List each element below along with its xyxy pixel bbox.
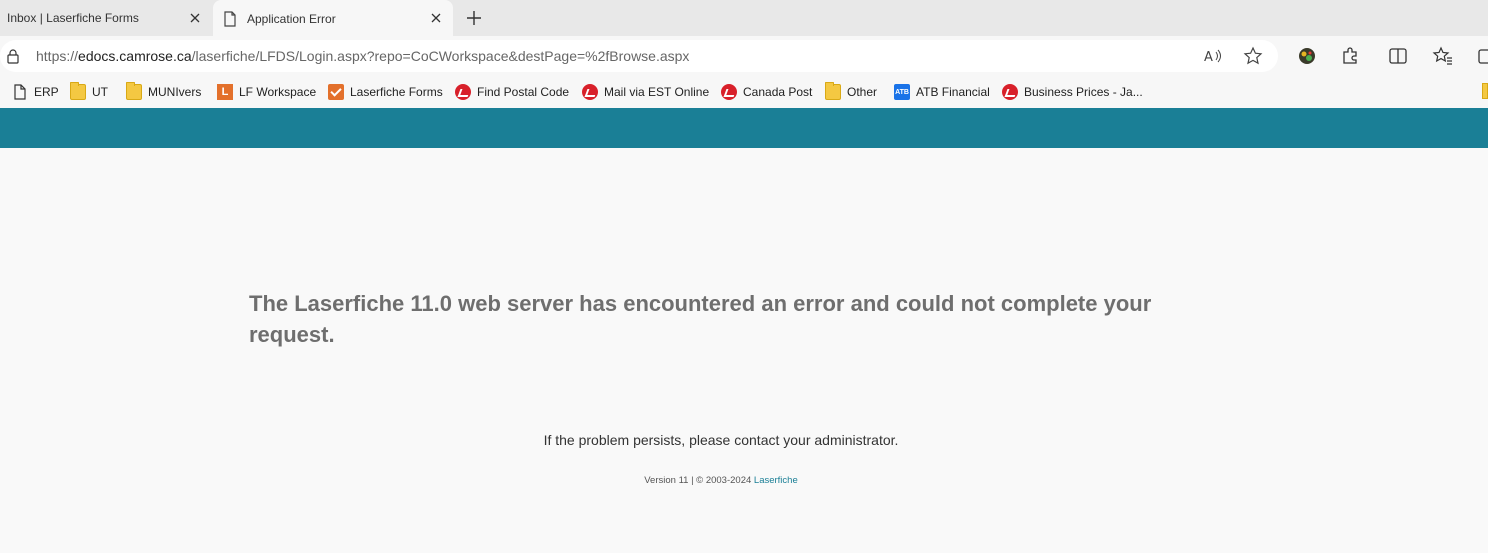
bookmark-label: Find Postal Code [477,85,570,99]
tab-application-error[interactable]: Application Error [213,0,453,37]
folder-icon [825,82,841,100]
bookmark-label: ATB Financial [916,85,990,99]
folder-icon[interactable] [1482,83,1488,99]
bookmarks-bar: ERP UT MUNIvers L LF Workspace Laserfich… [0,76,1488,108]
bookmark-other[interactable]: Other [825,82,877,102]
new-tab-plus-icon[interactable] [464,8,484,28]
bookmark-atb-financial[interactable]: ATB ATB Financial [894,82,990,102]
page-footer: Version 11 | © 2003-2024 Laserfiche [0,475,1442,486]
forms-check-icon [328,84,344,100]
svg-text:A: A [1204,50,1213,65]
bookmark-label: Business Prices - Ja... [1024,85,1143,99]
bookmark-label: UT [92,85,108,99]
favorite-star-icon[interactable] [1243,46,1263,66]
bookmark-lf-workspace[interactable]: L LF Workspace [217,82,316,102]
bookmark-laserfiche-forms[interactable]: Laserfiche Forms [328,82,443,102]
bookmark-label: Laserfiche Forms [350,85,443,99]
folder-icon [126,82,142,100]
lock-icon[interactable] [6,48,20,64]
canada-post-icon [1002,84,1018,100]
read-aloud-icon[interactable]: A [1203,46,1223,66]
bookmark-label: Canada Post [743,85,813,99]
tab-title: Inbox | Laserfiche Forms [7,11,139,25]
tab-strip: Inbox | Laserfiche Forms Application Err… [0,0,1488,37]
tab-title: Application Error [247,11,336,26]
close-icon[interactable] [429,11,443,25]
page-icon [224,10,236,27]
bookmark-erp[interactable]: ERP [12,82,59,102]
collections-icon[interactable] [1476,45,1488,67]
page-content: The Laserfiche 11.0 web server has encou… [0,148,1488,553]
bookmark-label: ERP [34,85,59,99]
folder-icon [70,82,86,100]
bookmark-label: LF Workspace [239,85,317,99]
url-text[interactable]: https://edocs.camrose.ca/laserfiche/LFDS… [36,48,689,64]
extension-icon[interactable] [1296,45,1318,67]
page-icon [14,84,26,100]
header-banner [0,108,1488,148]
canada-post-icon [455,84,471,100]
split-screen-icon[interactable] [1387,45,1409,67]
bookmark-label: Mail via EST Online [604,85,710,99]
bookmark-canada-post[interactable]: Canada Post [721,82,812,102]
laserfiche-icon: L [217,84,233,100]
bookmark-munivers[interactable]: MUNIvers [126,82,201,102]
bookmark-mail-via-est[interactable]: Mail via EST Online [582,82,709,102]
error-title: The Laserfiche 11.0 web server has encou… [249,291,1152,347]
atb-icon: ATB [894,84,910,100]
bookmark-label: MUNIvers [148,85,202,99]
error-message: If the problem persists, please contact … [543,432,899,448]
address-bar[interactable]: https://edocs.camrose.ca/laserfiche/LFDS… [0,40,1278,72]
bookmark-find-postal-code[interactable]: Find Postal Code [455,82,569,102]
bookmark-business-prices[interactable]: Business Prices - Ja... [1002,82,1143,102]
laserfiche-link[interactable]: Laserfiche [754,475,798,486]
browser-toolbar: https://edocs.camrose.ca/laserfiche/LFDS… [0,36,1488,76]
bookmark-label: Other [847,85,878,99]
close-icon[interactable] [188,11,202,25]
canada-post-icon [582,84,598,100]
tab-inbox[interactable]: Inbox | Laserfiche Forms [0,0,212,36]
favorites-icon[interactable] [1432,45,1454,67]
extensions-puzzle-icon[interactable] [1339,45,1361,67]
canada-post-icon [721,84,737,100]
bookmark-ut[interactable]: UT [70,82,108,102]
footer-text: Version 11 | © 2003-2024 [644,475,754,486]
